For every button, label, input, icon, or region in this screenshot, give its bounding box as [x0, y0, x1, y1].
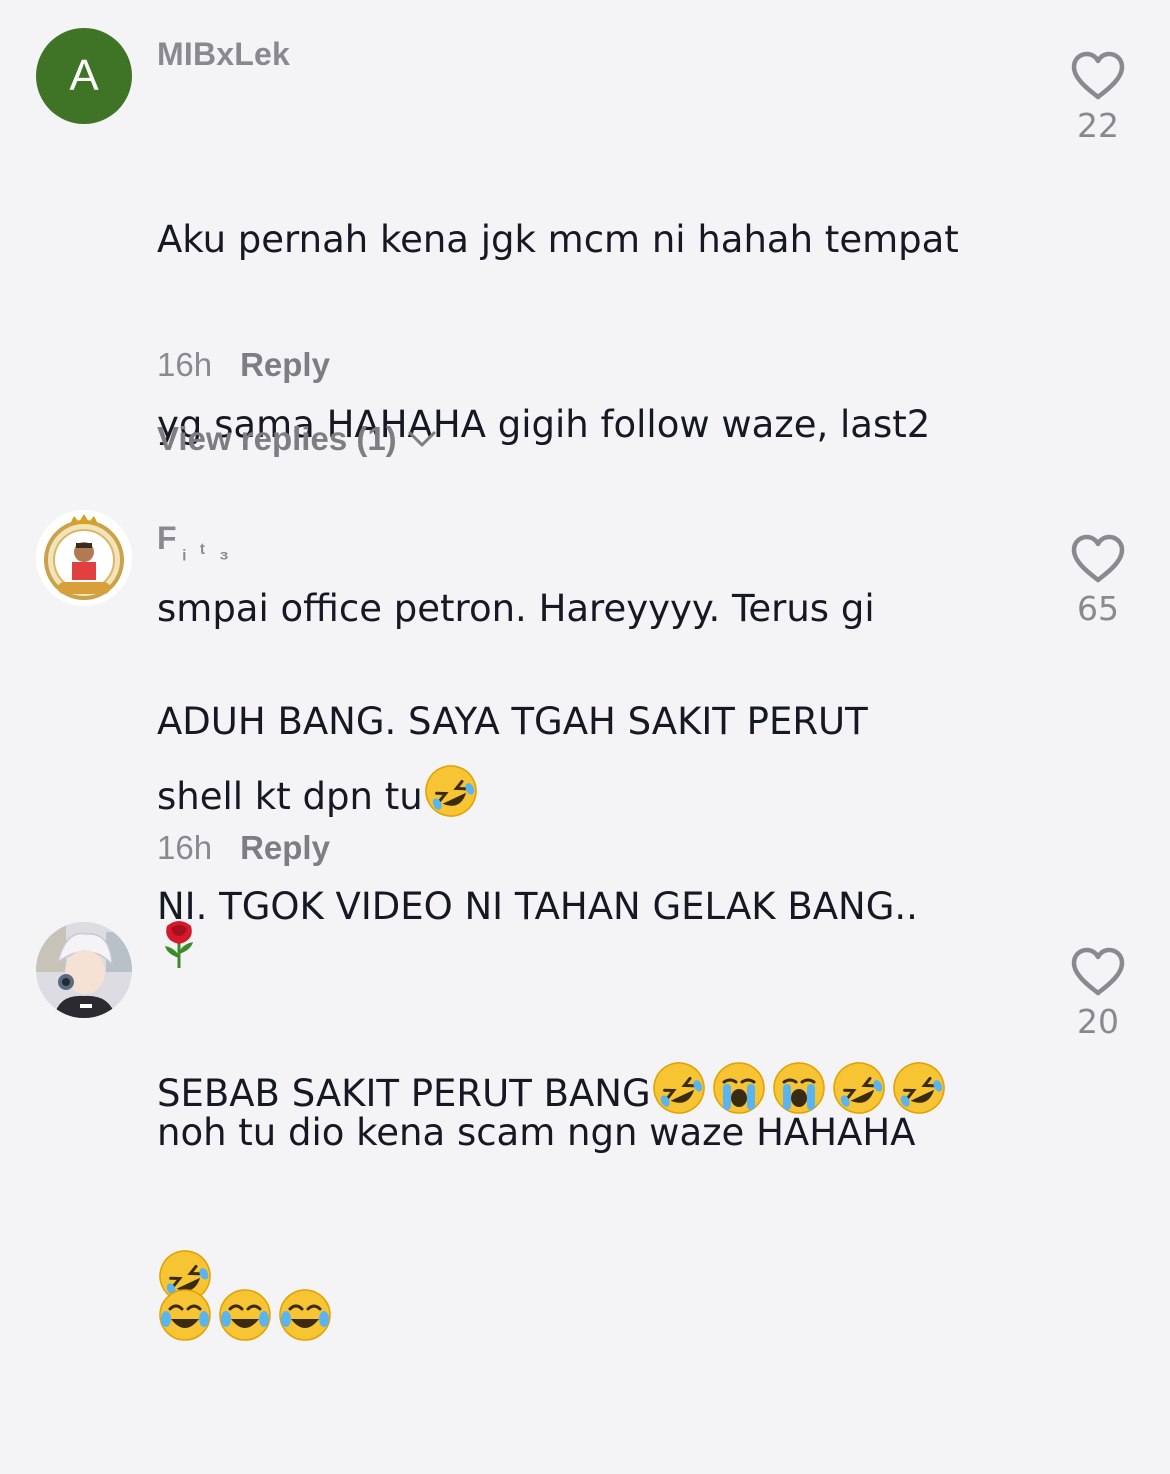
comment-username[interactable]	[157, 918, 201, 978]
heart-icon[interactable]	[1070, 946, 1126, 998]
avatar[interactable]	[36, 922, 132, 1018]
comment-text-line: noh tu dio kena scam ngn waze HAHAHA	[157, 1111, 916, 1154]
tears-of-joy-emoji-icon	[159, 1288, 211, 1341]
anime-character-avatar-icon	[36, 922, 132, 1018]
comment-item: noh tu dio kena scam ngn waze HAHAHA 20	[0, 0, 1170, 1341]
tears-of-joy-emoji-icon	[279, 1288, 331, 1341]
like-count: 20	[1077, 1002, 1119, 1041]
rose-icon	[165, 921, 193, 968]
tears-of-joy-emoji-icon	[219, 1288, 271, 1341]
comment-text: noh tu dio kena scam ngn waze HAHAHA	[157, 979, 1017, 1474]
like-control: 20	[1058, 946, 1138, 1041]
comment-text-line	[157, 1287, 1017, 1352]
